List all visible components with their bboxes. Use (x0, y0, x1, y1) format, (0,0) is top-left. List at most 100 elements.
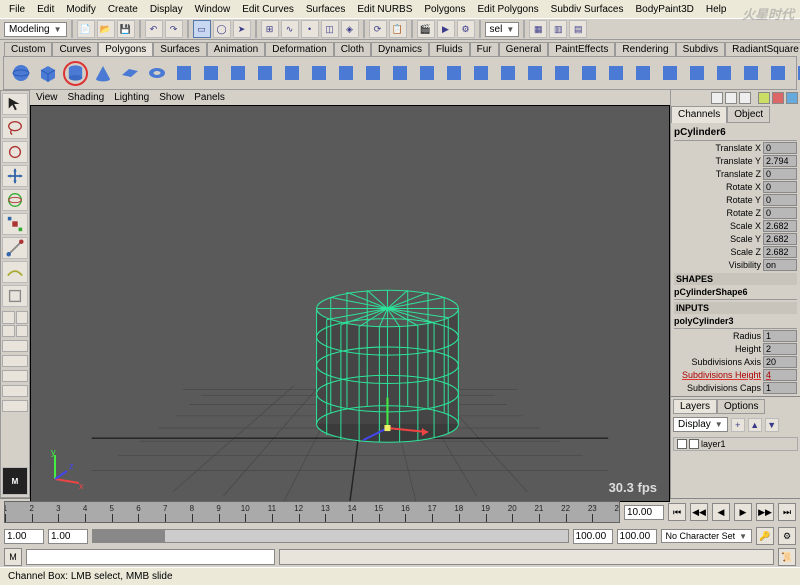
range-start-outer[interactable] (4, 529, 44, 544)
shelf-boolean-icon[interactable] (685, 61, 709, 86)
layout-custom[interactable] (2, 400, 28, 412)
shelf-pipe-icon[interactable] (226, 61, 250, 86)
paint-tool[interactable] (2, 141, 28, 163)
channel-row[interactable]: Subdivisions Axis20 (674, 355, 797, 368)
ipr-icon[interactable]: ▶ (437, 20, 455, 38)
soft-mod-tool[interactable] (2, 261, 28, 283)
input-name[interactable]: polyCylinder3 (674, 314, 797, 329)
shelf-tab-polygons[interactable]: Polygons (98, 42, 153, 56)
layout-single[interactable] (2, 340, 28, 352)
shelf-torus-icon[interactable] (145, 61, 169, 86)
play-back-icon[interactable]: ◀ (712, 503, 730, 521)
channel-value[interactable]: 0 (763, 207, 797, 219)
file-open-icon[interactable]: 📂 (97, 20, 115, 38)
shelf-tab-deformation[interactable]: Deformation (265, 42, 333, 56)
menu-edit-polygons[interactable]: Edit Polygons (473, 3, 544, 16)
redo-icon[interactable]: ↷ (165, 20, 183, 38)
shelf-ring-icon[interactable] (307, 61, 331, 86)
layer-new-icon[interactable]: + (731, 418, 745, 432)
lasso-icon[interactable]: ◯ (213, 20, 231, 38)
shape-name[interactable]: pCylinderShape6 (674, 285, 797, 300)
channel-value[interactable]: 20 (763, 356, 797, 368)
shelf-insert-icon[interactable] (496, 61, 520, 86)
shelf-tab-surfaces[interactable]: Surfaces (153, 42, 206, 56)
channel-row[interactable]: Rotate X0 (674, 180, 797, 193)
channel-row[interactable]: Rotate Y0 (674, 193, 797, 206)
rotate-tool[interactable] (2, 189, 28, 211)
command-input[interactable] (26, 549, 275, 565)
shelf-prism-icon[interactable] (172, 61, 196, 86)
range-end-outer[interactable] (617, 529, 657, 544)
layout-persp-graph[interactable] (2, 385, 28, 397)
goto-end-icon[interactable]: ⏭ (778, 503, 796, 521)
shelf-tab-curves[interactable]: Curves (52, 42, 98, 56)
menu-display[interactable]: Display (145, 3, 188, 16)
shelf-cone-icon[interactable] (91, 61, 115, 86)
shelf-wedge-icon[interactable] (523, 61, 547, 86)
channel-row[interactable]: Scale Y2.682 (674, 232, 797, 245)
undo-icon[interactable]: ↶ (145, 20, 163, 38)
shelf-tab-fur[interactable]: Fur (470, 42, 499, 56)
layer-vis-box[interactable] (677, 439, 687, 449)
shelf-tab-painteffects[interactable]: PaintEffects (548, 42, 615, 56)
shelf-bridge-icon[interactable] (739, 61, 763, 86)
character-set-dropdown[interactable]: No Character Set▼ (661, 529, 752, 543)
menu-window[interactable]: Window (190, 3, 236, 16)
layout-persp-outliner[interactable] (2, 355, 28, 367)
view-menu-panels[interactable]: Panels (194, 92, 225, 103)
shelf-bevel-icon[interactable] (415, 61, 439, 86)
select-tool-icon[interactable]: ▭ (193, 20, 211, 38)
shelf-pyramid-icon[interactable] (199, 61, 223, 86)
shelf-tab-animation[interactable]: Animation (207, 42, 265, 56)
snap-live-icon[interactable]: ◈ (341, 20, 359, 38)
toggle-b-icon[interactable] (725, 92, 737, 104)
channel-value[interactable]: on (763, 259, 797, 271)
time-slider[interactable]: 123456789101112131415161718192021222324 (4, 501, 620, 523)
play-fwd-icon[interactable]: ▶ (734, 503, 752, 521)
snap-grid-icon[interactable]: ⊞ (261, 20, 279, 38)
channel-row[interactable]: Radius1 (674, 329, 797, 342)
menu-subdiv-surfaces[interactable]: Subdiv Surfaces (546, 3, 629, 16)
render-globals-icon[interactable]: ⚙ (457, 20, 475, 38)
range-end-inner[interactable] (573, 529, 613, 544)
script-editor-icon[interactable]: 📜 (778, 548, 796, 566)
shelf-merge-icon[interactable] (334, 61, 358, 86)
shelf-tab-cloth[interactable]: Cloth (334, 42, 371, 56)
channel-value[interactable]: 0 (763, 181, 797, 193)
toggle-f-icon[interactable] (786, 92, 798, 104)
shelf-append-icon[interactable] (766, 61, 790, 86)
channel-value[interactable]: 4 (763, 369, 797, 381)
file-new-icon[interactable]: 📄 (77, 20, 95, 38)
shelf-helix-icon[interactable] (253, 61, 277, 86)
channel-row[interactable]: Visibilityon (674, 258, 797, 271)
layout-hypershade[interactable] (2, 370, 28, 382)
shelf-combine-icon[interactable] (631, 61, 655, 86)
goto-start-icon[interactable]: ⏮ (668, 503, 686, 521)
toggle-d-icon[interactable] (758, 92, 770, 104)
select-tool[interactable] (2, 93, 28, 115)
autokey-icon[interactable]: 🔑 (756, 527, 774, 545)
layers-tab-layers[interactable]: Layers (673, 399, 717, 414)
sel-field[interactable]: sel▼ (485, 22, 520, 37)
file-save-icon[interactable]: 💾 (117, 20, 135, 38)
channel-row[interactable]: Translate Z0 (674, 167, 797, 180)
lasso-tool[interactable] (2, 117, 28, 139)
step-back-icon[interactable]: ◀◀ (690, 503, 708, 521)
channel-value[interactable]: 2.682 (763, 246, 797, 258)
display-dropdown[interactable]: Display▼ (673, 417, 728, 432)
layers-tab-options[interactable]: Options (717, 399, 765, 414)
layer-down-icon[interactable]: ▼ (765, 418, 779, 432)
shelf-tab-fluids[interactable]: Fluids (429, 42, 470, 56)
menu-create[interactable]: Create (103, 3, 143, 16)
menu-surfaces[interactable]: Surfaces (301, 3, 350, 16)
mode-dropdown[interactable]: Modeling▼ (4, 22, 67, 37)
current-time-field[interactable] (624, 505, 664, 520)
snap-curve-icon[interactable]: ∿ (281, 20, 299, 38)
channel-value[interactable]: 0 (763, 142, 797, 154)
shelf-tab-rendering[interactable]: Rendering (615, 42, 675, 56)
move-tool[interactable] (2, 165, 28, 187)
channel-value[interactable]: 2.794 (763, 155, 797, 167)
construction-history-icon[interactable]: 📋 (389, 20, 407, 38)
shelf-mirror-icon[interactable] (604, 61, 628, 86)
show-channel-icon[interactable]: ▤ (569, 20, 587, 38)
